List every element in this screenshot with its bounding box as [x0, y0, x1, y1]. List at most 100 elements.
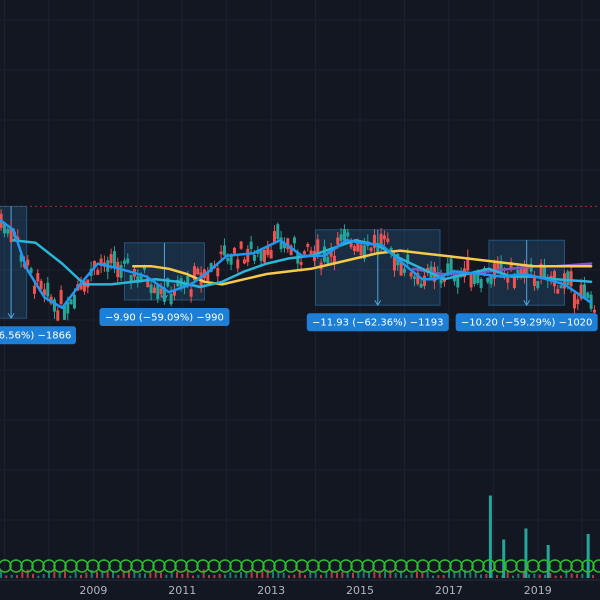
candle-body — [189, 289, 193, 297]
candle-body — [299, 262, 303, 265]
candle-body — [306, 243, 310, 247]
volume-bar — [192, 575, 194, 578]
candle-body — [326, 256, 330, 264]
volume-bar — [560, 575, 562, 578]
volume-bar — [538, 574, 541, 578]
volume-bar — [576, 574, 578, 578]
volume-bar — [16, 575, 18, 578]
volume-bar — [69, 575, 72, 578]
volume-bar — [224, 574, 226, 578]
candle-body — [156, 285, 160, 299]
volume-bar — [229, 572, 232, 578]
candle-body — [479, 279, 483, 289]
volume-bar — [581, 573, 584, 578]
candle-body — [32, 285, 36, 294]
candle-body — [402, 268, 406, 273]
x-tick-label: 2017 — [435, 584, 463, 597]
volume-bar — [533, 573, 536, 578]
volume-bar — [272, 571, 274, 578]
candle-body — [566, 271, 570, 285]
candle-body — [382, 235, 386, 240]
candle-body — [419, 283, 423, 288]
candle-body — [532, 277, 536, 287]
candle-body — [359, 244, 363, 256]
volume-bar — [96, 571, 98, 578]
volume-bar — [517, 573, 520, 578]
candle-body — [236, 259, 240, 269]
volume-bar — [144, 573, 146, 578]
volume-bar — [240, 571, 242, 578]
candle-body — [586, 292, 590, 298]
volume-bar — [213, 575, 216, 578]
candle-body — [216, 268, 220, 277]
volume-bar — [394, 572, 397, 578]
volume-bar — [410, 573, 413, 578]
volume-bar — [458, 571, 461, 578]
volume-bar — [37, 575, 40, 578]
x-tick-label: 2011 — [168, 584, 196, 597]
candle-body — [109, 254, 113, 264]
candle-body — [269, 250, 273, 259]
volume-bar — [570, 573, 573, 578]
candle-body — [339, 234, 343, 241]
volume-bar — [117, 574, 120, 578]
volume-bar — [26, 569, 29, 578]
volume-bar — [304, 575, 306, 578]
volume-bar — [496, 575, 498, 578]
volume-bar — [480, 574, 482, 578]
volume-bar — [32, 573, 34, 578]
candle-body — [126, 258, 130, 264]
x-tick-label: 2019 — [524, 584, 552, 597]
volume-bar — [138, 573, 141, 578]
candle-body — [169, 293, 173, 305]
candle-body — [46, 282, 50, 297]
candle-body — [292, 237, 296, 244]
volume-bar — [208, 575, 210, 578]
volume-bar — [336, 572, 338, 578]
volume-bar — [293, 574, 296, 578]
candle-body — [246, 248, 250, 263]
volume-bar — [373, 570, 376, 578]
volume-bar — [234, 574, 237, 578]
candle-body — [392, 256, 396, 271]
candle-body — [346, 232, 350, 237]
candle-body — [69, 299, 73, 305]
volume-bar — [565, 569, 568, 578]
candle-body — [536, 281, 540, 289]
candle-body — [276, 224, 280, 239]
volume-bar — [512, 575, 514, 578]
x-tick-label: 2013 — [257, 584, 285, 597]
candle-body — [576, 299, 580, 305]
candle-body — [56, 310, 60, 321]
volume-bar — [592, 575, 594, 578]
candle-body — [449, 258, 453, 272]
candle-body — [486, 277, 490, 283]
volume-bar — [416, 570, 418, 578]
candle-body — [159, 288, 163, 295]
candle-body — [422, 275, 426, 286]
volume-bar — [432, 575, 434, 578]
candle-body — [232, 247, 236, 254]
candle-body — [556, 289, 560, 294]
volume-bar — [384, 570, 386, 578]
volume-bar — [288, 575, 290, 578]
volume-bar — [368, 572, 370, 578]
price-chart: 6.56%) −1866 −9.90 (−59.09%) −990 −11.93 (… — [0, 0, 600, 600]
candle-body — [112, 251, 116, 267]
candle-body — [122, 260, 126, 264]
candle-body — [352, 246, 356, 252]
volume-bar — [85, 572, 88, 578]
candle-body — [196, 268, 200, 275]
volume-bar — [426, 570, 429, 578]
candle-body — [249, 241, 253, 249]
candle-body — [516, 269, 520, 274]
candle-body — [569, 271, 573, 287]
candle-body — [26, 259, 30, 266]
volume-bar — [485, 574, 488, 578]
candle-body — [226, 257, 230, 262]
candle-body — [252, 254, 256, 261]
candle-body — [572, 293, 576, 309]
volume-bar — [165, 574, 168, 578]
candle-body — [512, 276, 516, 289]
candle-body — [36, 273, 40, 282]
